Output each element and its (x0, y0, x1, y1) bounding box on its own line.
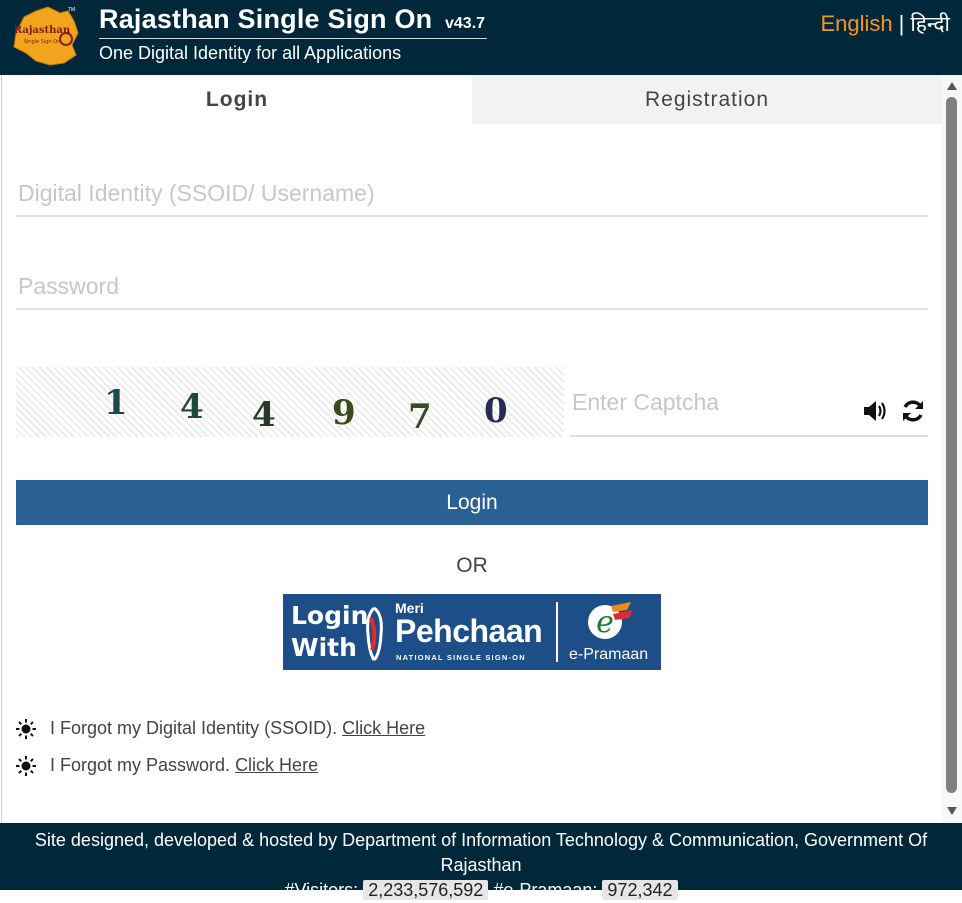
login-with-text: Login With (291, 601, 369, 662)
forgot-ssoid-row: I Forgot my Digital Identity (SSOID). Cl… (16, 718, 425, 739)
scrollbar-thumb[interactable] (946, 97, 957, 793)
forgot-password-row: I Forgot my Password. Click Here (16, 755, 318, 776)
captcha-image: 1 4 4 9 7 0 (16, 367, 564, 437)
pehchaan-tagline: NATIONAL SINGLE SIGN-ON (396, 653, 526, 662)
sun-bullet-icon (16, 755, 36, 776)
captcha-digit: 9 (332, 393, 356, 433)
version-label: v43.7 (445, 15, 486, 32)
epramaan-count: 972,342 (602, 880, 678, 900)
footer-stats: #Visitors: 2,233,576,592 #e-Pramaan: 972… (0, 878, 962, 903)
epramaan-emblem-icon: e (588, 602, 633, 640)
app-title: Rajasthan Single Sign On (99, 4, 433, 34)
fingerprint-icon (366, 606, 383, 662)
language-switcher: English | हिन्दी (820, 10, 950, 38)
title-underline (99, 38, 487, 39)
captcha-digit: 4 (252, 395, 276, 435)
scroll-up-arrow-icon[interactable] (946, 80, 958, 92)
lang-hindi-link[interactable]: हिन्दी (910, 12, 950, 36)
epramaan-text: e-Pramaan (569, 646, 649, 663)
tab-registration[interactable]: Registration (472, 75, 942, 124)
header: Rajasthan Single Sign On TM Rajasthan Si… (0, 0, 962, 75)
captcha-digit: 1 (104, 383, 128, 423)
footer: Site designed, developed & hosted by Dep… (0, 823, 962, 900)
pehchaan-text: Pehchaan (395, 613, 543, 649)
refresh-captcha-icon[interactable] (900, 398, 926, 424)
svg-text:TM: TM (68, 7, 75, 13)
tab-login[interactable]: Login (2, 75, 472, 124)
pehchaan-divider (556, 602, 558, 662)
epramaan-label: #e-Pramaan: (493, 880, 598, 900)
svg-text:Single Sign On: Single Sign On (24, 39, 61, 45)
forgot-ssoid-text: I Forgot my Digital Identity (SSOID). (50, 718, 338, 738)
forgot-ssoid-link[interactable]: Click Here (342, 718, 425, 739)
visitors-label: #Visitors: (284, 880, 359, 900)
rajasthan-logo: Rajasthan Single Sign On TM (13, 6, 79, 66)
or-separator: OR (456, 554, 488, 577)
lang-english-link[interactable]: English (820, 11, 892, 36)
sun-bullet-icon (16, 718, 36, 739)
forgot-password-link[interactable]: Click Here (235, 755, 318, 776)
meri-pehchaan-login-button[interactable]: Login With Meri Pehchaan NATIONAL SINGLE … (283, 594, 661, 670)
captcha-digit: 0 (484, 391, 508, 431)
login-button[interactable]: Login (16, 480, 928, 525)
lang-separator: | (898, 11, 905, 36)
audio-captcha-icon[interactable] (862, 398, 890, 424)
svg-text:e: e (596, 605, 614, 640)
visitors-count: 2,233,576,592 (363, 880, 489, 900)
captcha-digit: 4 (180, 387, 204, 427)
ssoid-input[interactable] (16, 171, 928, 217)
footer-credit: Site designed, developed & hosted by Dep… (34, 830, 928, 875)
forgot-password-text: I Forgot my Password. (50, 755, 231, 775)
app-subtitle: One Digital Identity for all Application… (99, 43, 402, 63)
captcha-digit: 7 (408, 397, 432, 437)
scroll-down-arrow-icon[interactable] (946, 805, 958, 817)
login-panel: Login Registration 1 4 4 9 7 0 Login OR … (1, 75, 942, 823)
password-input[interactable] (16, 264, 928, 310)
